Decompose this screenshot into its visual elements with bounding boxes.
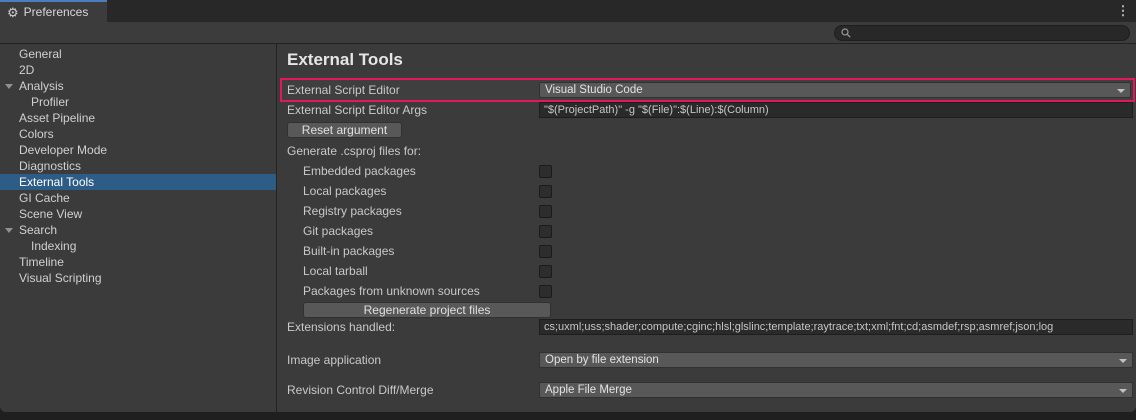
checkbox-registry-packages[interactable]	[539, 205, 552, 218]
chevron-down-icon	[1119, 359, 1127, 363]
tab-preferences[interactable]: ⚙ Preferences	[0, 0, 107, 22]
csproj-checkbox-list: Embedded packages Local packages Registry …	[287, 163, 1133, 299]
preferences-sidebar: General 2D Analysis Profiler Asset Pipeline C…	[0, 44, 277, 412]
sidebar-item-colors[interactable]: Colors	[0, 126, 276, 142]
sidebar-item-label: Scene View	[19, 207, 82, 221]
regenerate-project-files-button[interactable]: Regenerate project files	[303, 302, 551, 318]
image-application-label: Image application	[287, 353, 539, 367]
preferences-window: ⚙ Preferences ⋮ General 2D Analysis Profile…	[0, 0, 1136, 412]
csproj-checkbox-row: Local tarball	[287, 263, 1133, 279]
csproj-checkbox-row: Registry packages	[287, 203, 1133, 219]
sidebar-item-asset-pipeline[interactable]: Asset Pipeline	[0, 110, 276, 126]
csproj-header-label: Generate .csproj files for:	[287, 144, 539, 158]
diff-merge-dropdown[interactable]: Apple File Merge	[539, 382, 1133, 398]
main-panel: External Tools External Script Editor Vi…	[277, 44, 1136, 412]
page-title: External Tools	[287, 50, 1133, 70]
checkbox-label: Local packages	[303, 184, 539, 198]
script-editor-value: Visual Studio Code	[545, 84, 643, 96]
tab-bar: ⚙ Preferences ⋮	[0, 0, 1136, 22]
sidebar-item-label: Search	[19, 223, 57, 237]
diff-merge-label: Revision Control Diff/Merge	[287, 383, 539, 397]
sidebar-item-gi-cache[interactable]: GI Cache	[0, 190, 276, 206]
sidebar-item-label: Asset Pipeline	[19, 111, 95, 125]
checkbox-label: Registry packages	[303, 204, 539, 218]
script-editor-args-value: "$(ProjectPath)" -g "$(File)":$(Line):$(…	[544, 104, 769, 116]
csproj-checkbox-row: Built-in packages	[287, 243, 1133, 259]
extensions-input[interactable]: cs;uxml;uss;shader;compute;cginc;hlsl;gl…	[539, 319, 1133, 335]
sidebar-item-label: Colors	[19, 127, 54, 141]
sidebar-item-profiler[interactable]: Profiler	[0, 94, 276, 110]
sidebar-item-label: Visual Scripting	[19, 271, 102, 285]
sidebar-item-label: Profiler	[31, 95, 69, 109]
checkbox-local-tarball[interactable]	[539, 265, 552, 278]
checkbox-label: Packages from unknown sources	[303, 284, 539, 298]
sidebar-item-label: GI Cache	[19, 191, 70, 205]
csproj-checkbox-row: Embedded packages	[287, 163, 1133, 179]
script-editor-label: External Script Editor	[287, 83, 539, 97]
checkbox-label: Built-in packages	[303, 244, 539, 258]
diff-merge-value: Apple File Merge	[545, 384, 632, 396]
image-application-dropdown[interactable]: Open by file extension	[539, 352, 1133, 368]
checkbox-built-in-packages[interactable]	[539, 245, 552, 258]
image-application-value: Open by file extension	[545, 354, 659, 366]
chevron-down-icon	[1119, 389, 1127, 393]
sidebar-item-indexing[interactable]: Indexing	[0, 238, 276, 254]
csproj-checkbox-row: Git packages	[287, 223, 1133, 239]
sidebar-item-scene-view[interactable]: Scene View	[0, 206, 276, 222]
foldout-triangle-icon[interactable]	[5, 228, 13, 233]
sidebar-item-label: Timeline	[19, 255, 64, 269]
checkbox-packages-from-unknown-sources[interactable]	[539, 285, 552, 298]
sidebar-item-search[interactable]: Search	[0, 222, 276, 238]
checkbox-label: Git packages	[303, 224, 539, 238]
script-editor-args-row: External Script Editor Args "$(ProjectPa…	[287, 102, 1133, 118]
sidebar-item-label: Indexing	[31, 239, 76, 253]
script-editor-args-label: External Script Editor Args	[287, 103, 539, 117]
image-application-row: Image application Open by file extension	[287, 352, 1133, 368]
diff-merge-row: Revision Control Diff/Merge Apple File M…	[287, 382, 1133, 398]
extensions-value: cs;uxml;uss;shader;compute;cginc;hlsl;gl…	[544, 321, 1053, 333]
csproj-checkbox-row: Local packages	[287, 183, 1133, 199]
chevron-down-icon	[1117, 89, 1125, 93]
gear-icon: ⚙	[7, 6, 19, 19]
regenerate-row: Regenerate project files	[287, 302, 1133, 318]
checkbox-label: Embedded packages	[303, 164, 539, 178]
sidebar-item-label: Diagnostics	[19, 159, 81, 173]
checkbox-embedded-packages[interactable]	[539, 165, 552, 178]
sidebar-item-label: 2D	[19, 63, 34, 77]
checkbox-local-packages[interactable]	[539, 185, 552, 198]
sidebar-item-label: Analysis	[19, 79, 64, 93]
content-area: General 2D Analysis Profiler Asset Pipeline C…	[0, 44, 1136, 412]
sidebar-item-label: External Tools	[19, 175, 94, 189]
sidebar-item-external-tools[interactable]: External Tools	[0, 174, 276, 190]
search-input[interactable]	[855, 27, 1123, 39]
script-editor-row: External Script Editor Visual Studio Cod…	[280, 78, 1135, 102]
extensions-label: Extensions handled:	[287, 320, 539, 334]
sidebar-item-label: General	[19, 47, 62, 61]
toolbar	[0, 22, 1136, 44]
search-field[interactable]	[834, 25, 1130, 41]
reset-argument-row: Reset argument	[287, 122, 1133, 138]
kebab-menu-icon[interactable]: ⋮	[1110, 0, 1136, 22]
reset-argument-button[interactable]: Reset argument	[287, 122, 402, 138]
sidebar-item-timeline[interactable]: Timeline	[0, 254, 276, 270]
checkbox-label: Local tarball	[303, 264, 539, 278]
sidebar-item-visual-scripting[interactable]: Visual Scripting	[0, 270, 276, 286]
sidebar-item-2d[interactable]: 2D	[0, 62, 276, 78]
csproj-checkbox-row: Packages from unknown sources	[287, 283, 1133, 299]
sidebar-item-analysis[interactable]: Analysis	[0, 78, 276, 94]
script-editor-args-input[interactable]: "$(ProjectPath)" -g "$(File)":$(Line):$(…	[539, 102, 1133, 118]
extensions-row: Extensions handled: cs;uxml;uss;shader;c…	[287, 319, 1133, 335]
checkbox-git-packages[interactable]	[539, 225, 552, 238]
search-icon	[841, 28, 851, 38]
foldout-triangle-icon[interactable]	[5, 84, 13, 89]
sidebar-item-label: Developer Mode	[19, 143, 107, 157]
sidebar-item-diagnostics[interactable]: Diagnostics	[0, 158, 276, 174]
csproj-header-row: Generate .csproj files for:	[287, 143, 1133, 159]
tab-title: Preferences	[24, 5, 89, 19]
script-editor-dropdown[interactable]: Visual Studio Code	[539, 82, 1131, 98]
sidebar-item-general[interactable]: General	[0, 46, 276, 62]
sidebar-item-developer-mode[interactable]: Developer Mode	[0, 142, 276, 158]
